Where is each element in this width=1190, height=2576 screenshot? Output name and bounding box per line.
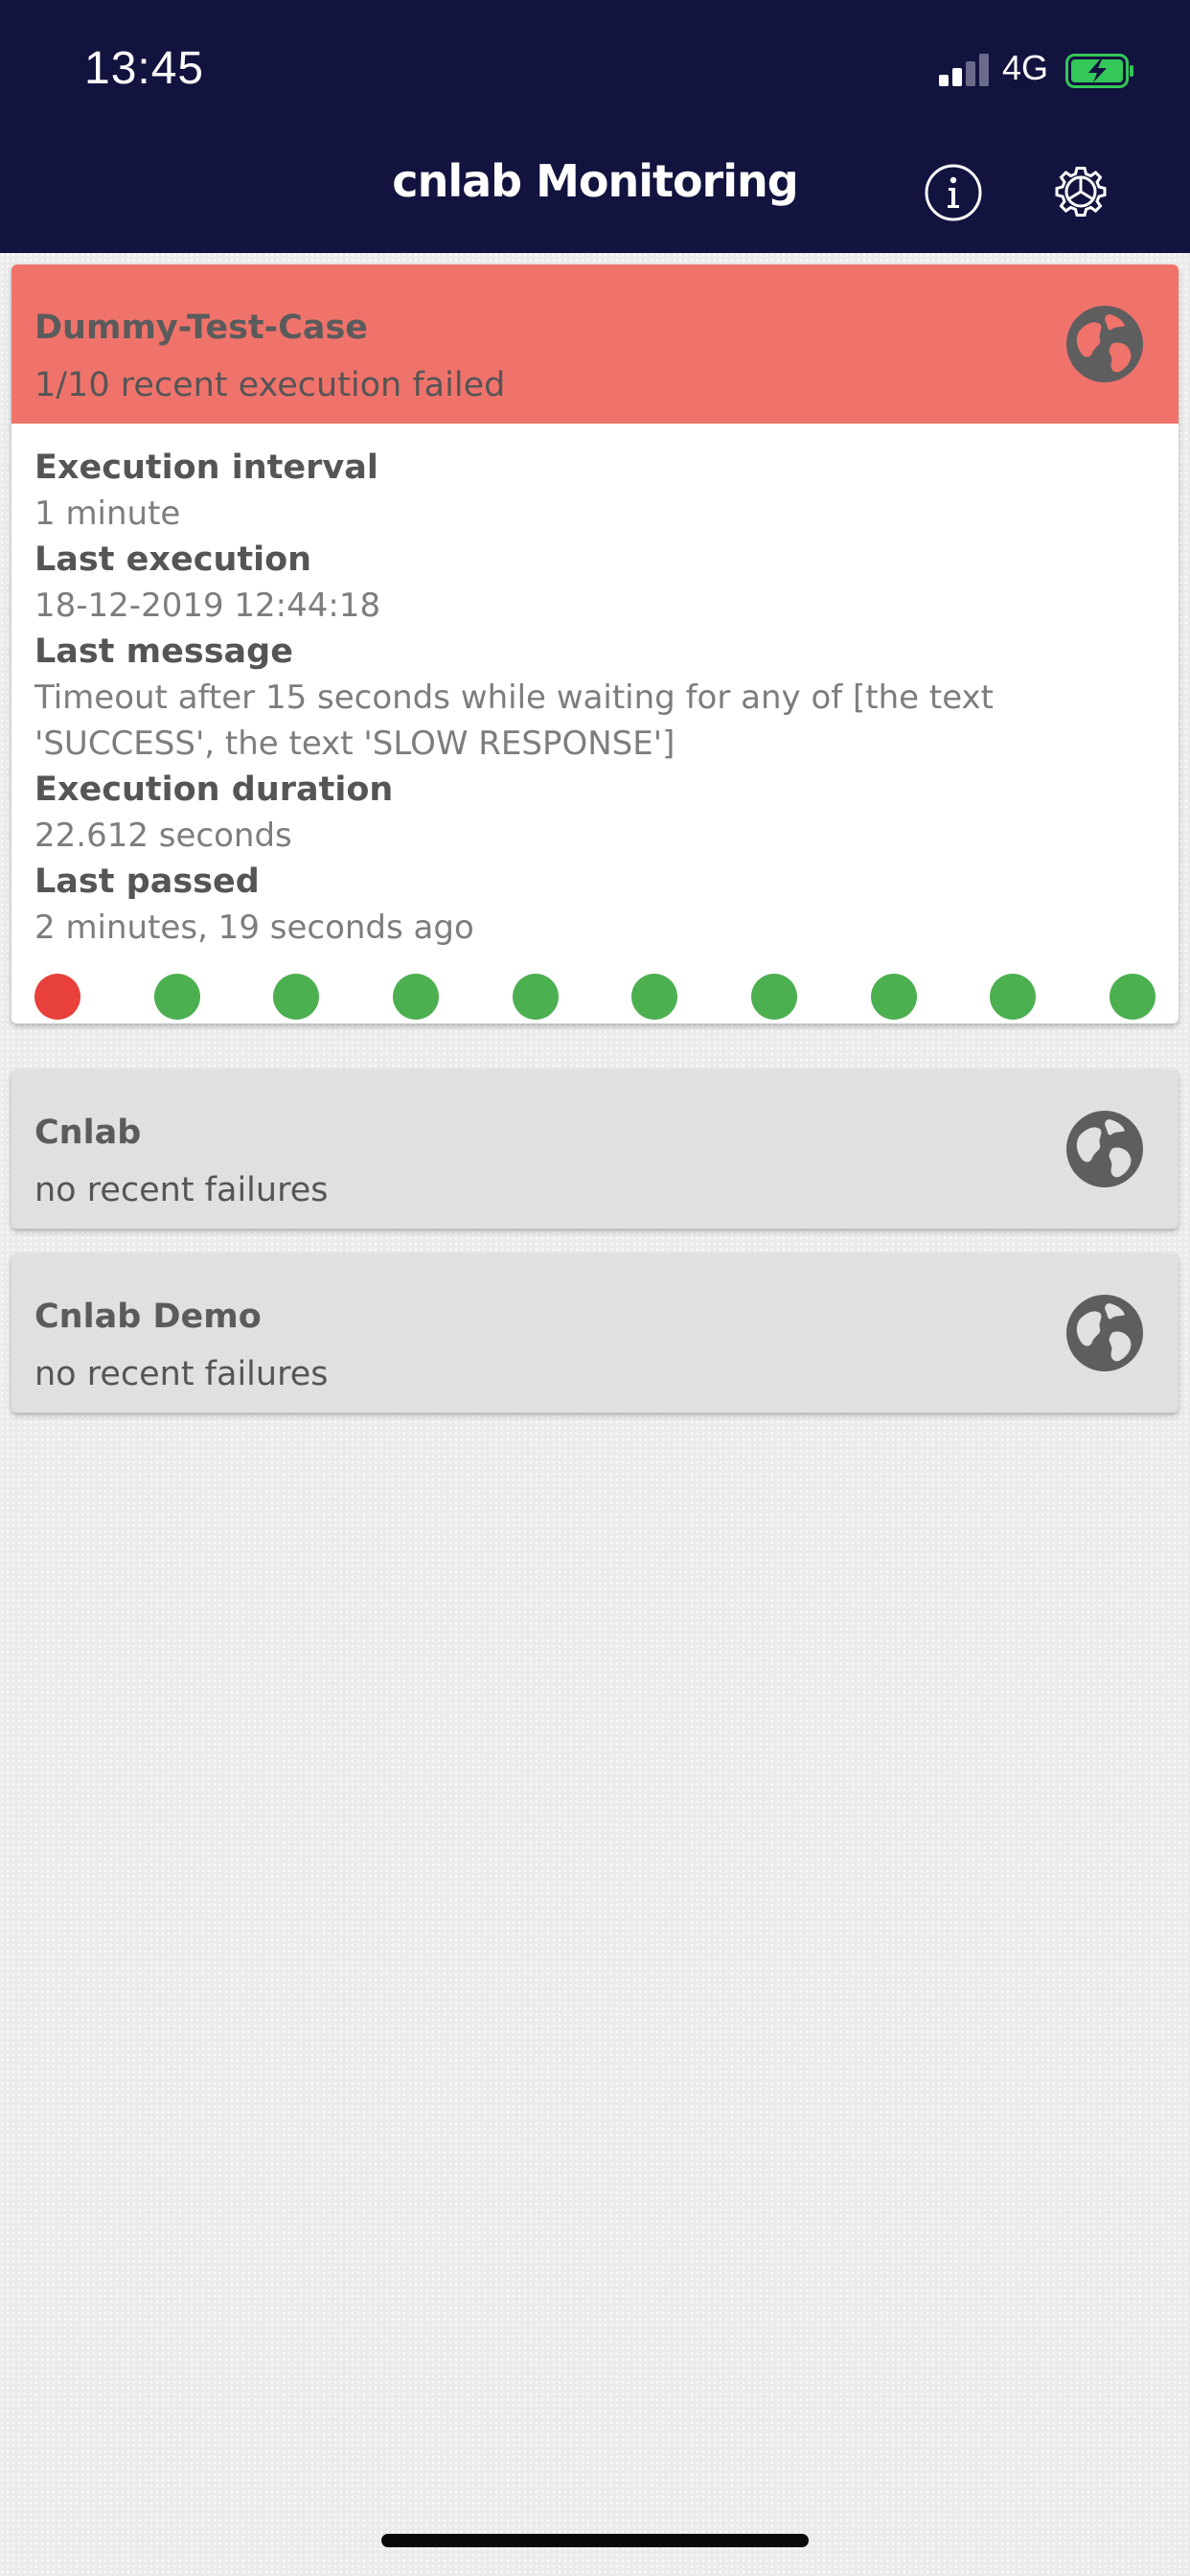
execution-history — [34, 974, 1156, 1022]
execution-interval-label: Execution interval — [34, 448, 378, 487]
settings-gear-icon[interactable] — [1050, 161, 1111, 222]
last-passed-label: Last passed — [34, 862, 260, 901]
last-execution-label: Last execution — [34, 540, 312, 579]
globe-icon[interactable] — [1065, 1110, 1144, 1188]
monitor-card-cnlab[interactable]: Cnlab no recent failures — [11, 1070, 1179, 1229]
card-status-summary: no recent failures — [34, 1171, 329, 1209]
last-message-label: Last message — [34, 632, 293, 671]
history-dot-passed — [631, 974, 677, 1020]
history-dot-failed — [34, 974, 80, 1020]
monitor-card-dummy-test-case[interactable]: Dummy-Test-Case 1/10 recent execution fa… — [11, 264, 1179, 1024]
info-icon[interactable] — [924, 163, 983, 222]
last-passed-value: 2 minutes, 19 seconds ago — [34, 908, 474, 947]
last-message-value: Timeout after 15 seconds while waiting f… — [34, 678, 994, 763]
card-details: Execution interval 1 minute Last executi… — [11, 424, 1179, 1024]
execution-interval-value: 1 minute — [34, 494, 181, 533]
execution-duration-value: 22.612 seconds — [34, 816, 292, 855]
history-dot-passed — [154, 974, 200, 1020]
card-title: Dummy-Test-Case — [34, 309, 369, 347]
card-header[interactable]: Dummy-Test-Case 1/10 recent execution fa… — [11, 264, 1179, 424]
globe-icon[interactable] — [1065, 1294, 1144, 1372]
history-dot-passed — [513, 974, 559, 1020]
history-dot-passed — [990, 974, 1036, 1020]
card-title: Cnlab — [34, 1114, 142, 1152]
history-dot-passed — [751, 974, 797, 1020]
cellular-signal-icon — [939, 54, 991, 86]
history-dot-passed — [871, 974, 917, 1020]
battery-charging-icon — [1065, 54, 1133, 88]
last-execution-value: 18-12-2019 12:44:18 — [34, 586, 381, 625]
card-title: Cnlab Demo — [34, 1298, 262, 1336]
history-dot-passed — [393, 974, 439, 1020]
execution-duration-label: Execution duration — [34, 770, 394, 809]
home-indicator[interactable] — [381, 2534, 809, 2547]
globe-icon[interactable] — [1065, 305, 1144, 383]
card-status-summary: no recent failures — [34, 1355, 329, 1393]
status-time: 13:45 — [84, 43, 205, 94]
network-type-label: 4G — [1002, 48, 1049, 87]
monitor-card-cnlab-demo[interactable]: Cnlab Demo no recent failures — [11, 1254, 1179, 1413]
history-dot-passed — [1110, 974, 1156, 1020]
card-status-summary: 1/10 recent execution failed — [34, 366, 506, 404]
app-header: 13:45 4G cnlab Monitoring — [0, 0, 1190, 253]
card-header[interactable]: Cnlab no recent failures — [11, 1070, 1179, 1229]
card-header[interactable]: Cnlab Demo no recent failures — [11, 1254, 1179, 1413]
app-title: cnlab Monitoring — [392, 155, 798, 207]
history-dot-passed — [273, 974, 319, 1020]
